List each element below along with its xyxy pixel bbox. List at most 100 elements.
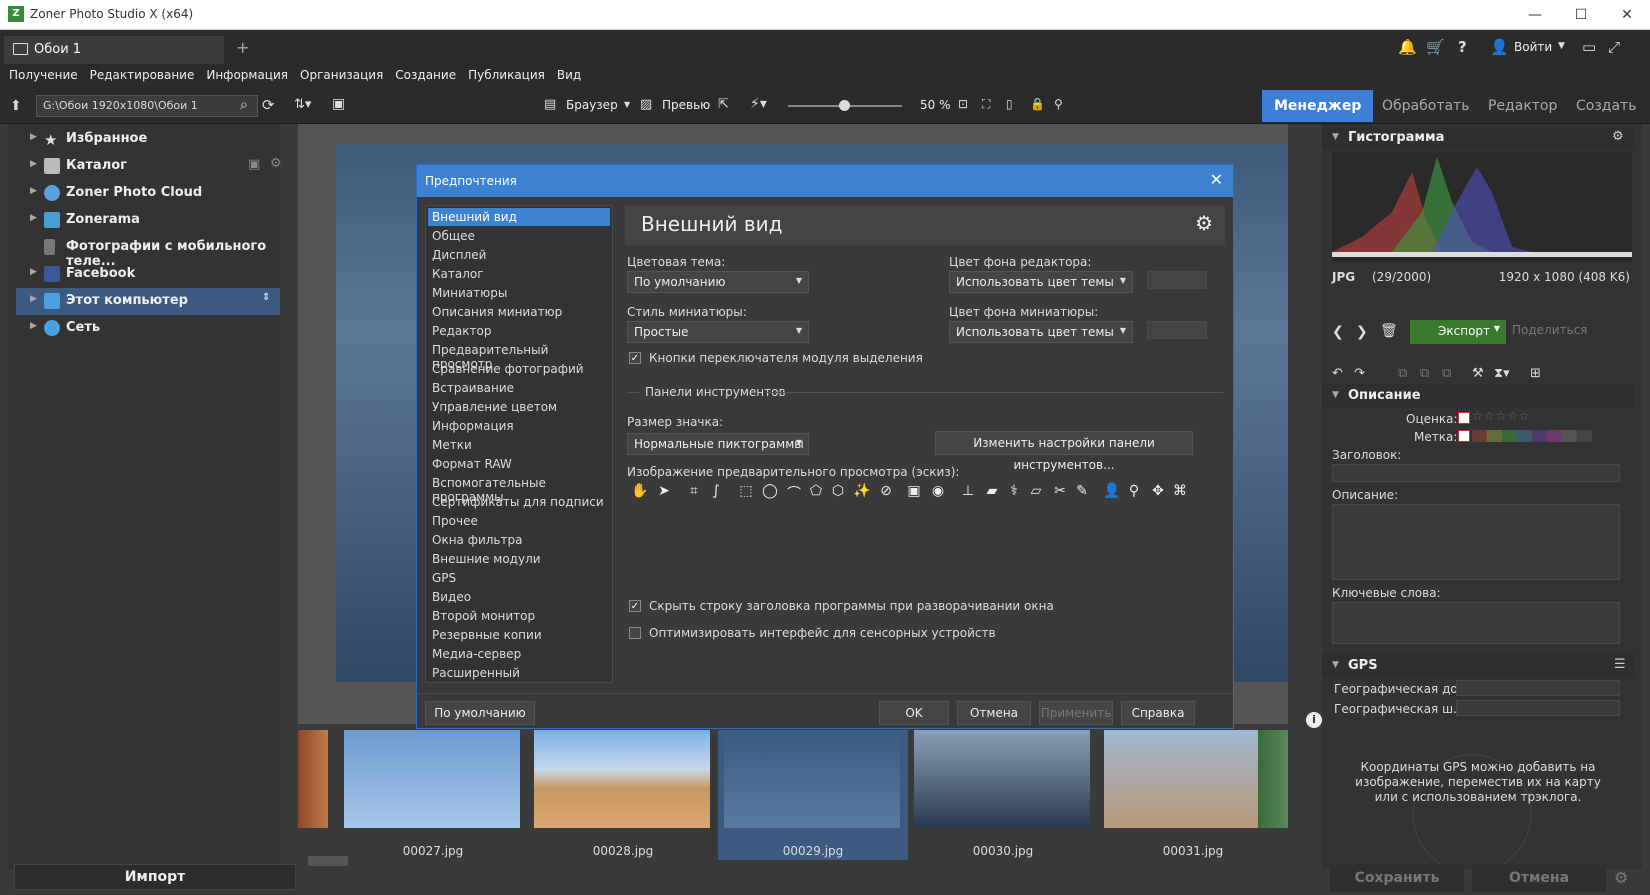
- minimize-icon[interactable]: —: [1512, 0, 1558, 30]
- expand-arrow-icon[interactable]: ▶: [30, 186, 37, 196]
- longitude-input[interactable]: [1456, 700, 1620, 716]
- gear-icon[interactable]: ⚙: [1612, 129, 1624, 144]
- nav-item-zonerama[interactable]: ▶ Zonerama: [16, 207, 280, 234]
- thumbnail-00027[interactable]: 00027.jpg: [338, 730, 528, 860]
- collapse-icon[interactable]: ▼: [1332, 132, 1339, 142]
- path-input[interactable]: G:\Обои 1920x1080\Обои 1: [36, 95, 258, 117]
- menu-item-import[interactable]: Получение: [3, 64, 84, 86]
- thumbnail-00028[interactable]: 00028.jpg: [528, 730, 718, 860]
- paste-icon[interactable]: ⧉: [1420, 366, 1429, 381]
- touch-checkbox[interactable]: [629, 627, 641, 639]
- preferences-category-item[interactable]: Внешние модули: [428, 550, 610, 568]
- person-search-icon[interactable]: ⚲: [1054, 97, 1063, 111]
- no-rating-icon[interactable]: [1458, 412, 1470, 424]
- prev-icon[interactable]: ❮: [1332, 324, 1344, 340]
- expand-arrow-icon[interactable]: ▶: [30, 159, 37, 169]
- rotate-right-icon[interactable]: ↷: [1354, 366, 1365, 381]
- preferences-category-item[interactable]: Каталог: [428, 265, 610, 283]
- menu-item-info[interactable]: Информация: [200, 64, 294, 86]
- cancel-button[interactable]: Отмена: [1472, 864, 1606, 892]
- preferences-category-item[interactable]: Вспомогательные программы: [428, 474, 610, 504]
- gear-icon[interactable]: ⚙: [1614, 868, 1628, 887]
- add-folder-icon[interactable]: ▣: [248, 157, 260, 172]
- keywords-input[interactable]: [1332, 602, 1620, 644]
- close-icon[interactable]: ✕: [1604, 0, 1650, 30]
- chevron-down-icon[interactable]: ▼: [1494, 324, 1500, 333]
- gps-section-header[interactable]: ▼ GPS ☰: [1322, 654, 1634, 678]
- latitude-input[interactable]: [1456, 680, 1620, 696]
- nav-item-zoner-cloud[interactable]: ▶ Zoner Photo Cloud: [16, 180, 280, 207]
- lock-icon[interactable]: 🔒: [1030, 97, 1045, 111]
- preferences-category-item[interactable]: Медиа-сервер: [428, 645, 610, 663]
- tools-icon[interactable]: ⚒: [1472, 366, 1484, 381]
- expand-arrow-icon[interactable]: ▶: [30, 132, 37, 142]
- preferences-category-item[interactable]: Формат RAW: [428, 455, 610, 473]
- thumbnail-00029[interactable]: 00029.jpg: [718, 730, 908, 860]
- nav-item-mobile-photos[interactable]: Фотографии с мобильного теле...: [16, 234, 280, 269]
- preferences-category-item[interactable]: Резервные копии: [428, 626, 610, 644]
- switch-buttons-checkbox[interactable]: ✓: [629, 352, 641, 364]
- menu-item-create[interactable]: Создание: [389, 64, 462, 86]
- thumb-bg-swatch[interactable]: [1147, 321, 1207, 339]
- preferences-category-item[interactable]: Информация: [428, 417, 610, 435]
- expand-arrow-icon[interactable]: ▶: [30, 321, 37, 331]
- thumbnail-00030[interactable]: 00030.jpg: [908, 730, 1098, 860]
- editor-bg-swatch[interactable]: [1147, 271, 1207, 289]
- menu-item-view[interactable]: Вид: [551, 64, 587, 86]
- info-icon[interactable]: i: [1306, 712, 1322, 728]
- collapse-icon[interactable]: ▼: [1332, 660, 1339, 670]
- refresh-icon[interactable]: ⟳: [262, 96, 275, 114]
- sort-icon[interactable]: ⇅▾: [294, 97, 311, 112]
- nav-item-favorites[interactable]: ▶ ★ Избранное: [16, 126, 280, 153]
- preferences-category-item[interactable]: Окна фильтра: [428, 531, 610, 549]
- tab-manager[interactable]: Менеджер: [1262, 90, 1374, 122]
- cart-icon[interactable]: 🛒: [1426, 38, 1445, 56]
- trash-icon[interactable]: 🗑: [1380, 323, 1398, 339]
- preferences-category-item[interactable]: Метки: [428, 436, 610, 454]
- collapse-icon[interactable]: ▼: [1332, 390, 1339, 400]
- tab-editor[interactable]: Редактор: [1476, 90, 1569, 122]
- heading-input[interactable]: [1332, 464, 1620, 482]
- nav-item-facebook[interactable]: ▶ Facebook: [16, 261, 280, 288]
- filmstrip-scrollbar[interactable]: [308, 856, 348, 866]
- menu-icon[interactable]: ☰: [1614, 657, 1626, 672]
- preferences-category-item[interactable]: Миниатюры: [428, 284, 610, 302]
- preferences-category-item[interactable]: Внешний вид: [428, 208, 610, 226]
- default-button[interactable]: По умолчанию: [425, 701, 535, 725]
- preferences-category-item[interactable]: GPS: [428, 569, 610, 587]
- editor-bg-select[interactable]: Использовать цвет темы ▼: [949, 271, 1133, 293]
- quick-fix-icon[interactable]: ⚡▾: [750, 96, 767, 112]
- fit-icon[interactable]: ⛶: [982, 97, 990, 112]
- preview-button[interactable]: Превью: [662, 98, 710, 112]
- fullscreen-icon[interactable]: ⤢: [1608, 38, 1620, 56]
- thumbnail-partial[interactable]: [1258, 730, 1288, 828]
- preferences-category-item[interactable]: Видео: [428, 588, 610, 606]
- monitor-icon[interactable]: ▭: [1582, 38, 1596, 56]
- chevron-down-icon[interactable]: ▼: [624, 100, 630, 109]
- preferences-category-item[interactable]: Сертификаты для подписи: [428, 493, 610, 511]
- menu-item-publish[interactable]: Публикация: [462, 64, 551, 86]
- change-toolbar-button[interactable]: Изменить настройки панели инструментов..…: [935, 431, 1193, 472]
- import-button[interactable]: Импорт: [14, 864, 296, 890]
- menu-item-organize[interactable]: Организация: [294, 64, 389, 86]
- compare-icon[interactable]: ▯: [1006, 97, 1013, 111]
- apply-button[interactable]: Применить: [1039, 701, 1113, 725]
- actual-size-icon[interactable]: ⊡: [958, 97, 968, 111]
- preferences-category-item[interactable]: Редактор: [428, 322, 610, 340]
- filter-icon[interactable]: ⧗▾: [1494, 366, 1510, 381]
- tab-develop[interactable]: Обработать: [1370, 90, 1481, 122]
- menu-item-edit[interactable]: Редактирование: [84, 64, 201, 86]
- tab-oboi-1[interactable]: Обои 1: [4, 36, 224, 64]
- export-button[interactable]: Экспорт ▼: [1410, 320, 1506, 344]
- thumb-style-select[interactable]: Простые ▼: [627, 321, 809, 343]
- user-icon[interactable]: 👤: [1490, 38, 1509, 56]
- histogram-section-header[interactable]: ▼ Гистограмма ⚙: [1322, 126, 1634, 150]
- share-button[interactable]: Поделиться: [1512, 323, 1587, 337]
- batch-icon[interactable]: ⊞: [1530, 366, 1541, 381]
- save-button[interactable]: Сохранить: [1330, 864, 1464, 892]
- thumbnail-partial[interactable]: [298, 730, 328, 828]
- preferences-category-item[interactable]: Управление цветом: [428, 398, 610, 416]
- color-labels[interactable]: [1472, 430, 1592, 442]
- zoom-slider[interactable]: [788, 100, 902, 111]
- browser-button[interactable]: Браузер: [566, 98, 618, 112]
